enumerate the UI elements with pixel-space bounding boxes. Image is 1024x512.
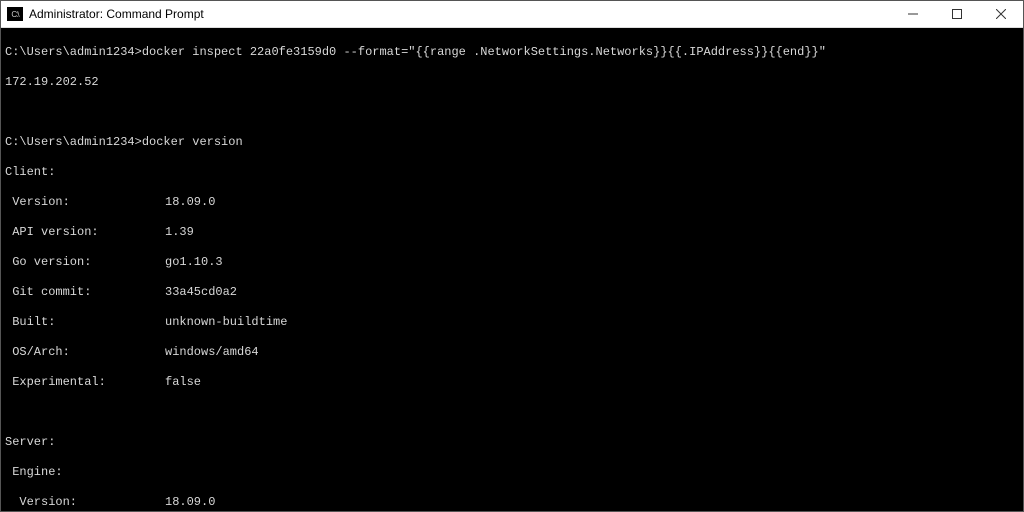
kv-key: Git commit:: [5, 285, 165, 300]
terminal-output[interactable]: C:\Users\admin1234>docker inspect 22a0fe…: [1, 28, 1023, 511]
window-title: Administrator: Command Prompt: [29, 7, 891, 21]
kv-key: API version:: [5, 225, 165, 240]
prompt: C:\Users\admin1234>: [5, 135, 142, 149]
kv-key: Go version:: [5, 255, 165, 270]
maximize-icon: [952, 9, 962, 19]
maximize-button[interactable]: [935, 1, 979, 27]
kv-val: windows/amd64: [165, 345, 259, 360]
close-button[interactable]: [979, 1, 1023, 27]
kv-val: 18.09.0: [165, 195, 215, 210]
command-version: docker version: [142, 135, 243, 149]
kv-key: Version:: [5, 195, 165, 210]
engine-header: Engine:: [5, 465, 1019, 480]
kv-val: go1.10.3: [165, 255, 223, 270]
window-controls: [891, 1, 1023, 27]
app-icon: C:\: [7, 7, 23, 21]
close-icon: [996, 9, 1006, 19]
titlebar[interactable]: C:\ Administrator: Command Prompt: [1, 1, 1023, 28]
kv-key: Built:: [5, 315, 165, 330]
kv-val: 33a45cd0a2: [165, 285, 237, 300]
command-prompt-window: C:\ Administrator: Command Prompt C:\Use…: [0, 0, 1024, 512]
server-header: Server:: [5, 435, 1019, 450]
minimize-button[interactable]: [891, 1, 935, 27]
kv-val: unknown-buildtime: [165, 315, 287, 330]
kv-val: 18.09.0: [165, 495, 215, 510]
output-ip: 172.19.202.52: [5, 75, 1019, 90]
kv-val: 1.39: [165, 225, 194, 240]
command-inspect: docker inspect 22a0fe3159d0 --format="{{…: [142, 45, 826, 59]
prompt: C:\Users\admin1234>: [5, 45, 142, 59]
kv-key: Experimental:: [5, 375, 165, 390]
kv-key: OS/Arch:: [5, 345, 165, 360]
client-header: Client:: [5, 165, 1019, 180]
kv-val: false: [165, 375, 201, 390]
minimize-icon: [908, 9, 918, 19]
kv-key: Version:: [5, 495, 165, 510]
